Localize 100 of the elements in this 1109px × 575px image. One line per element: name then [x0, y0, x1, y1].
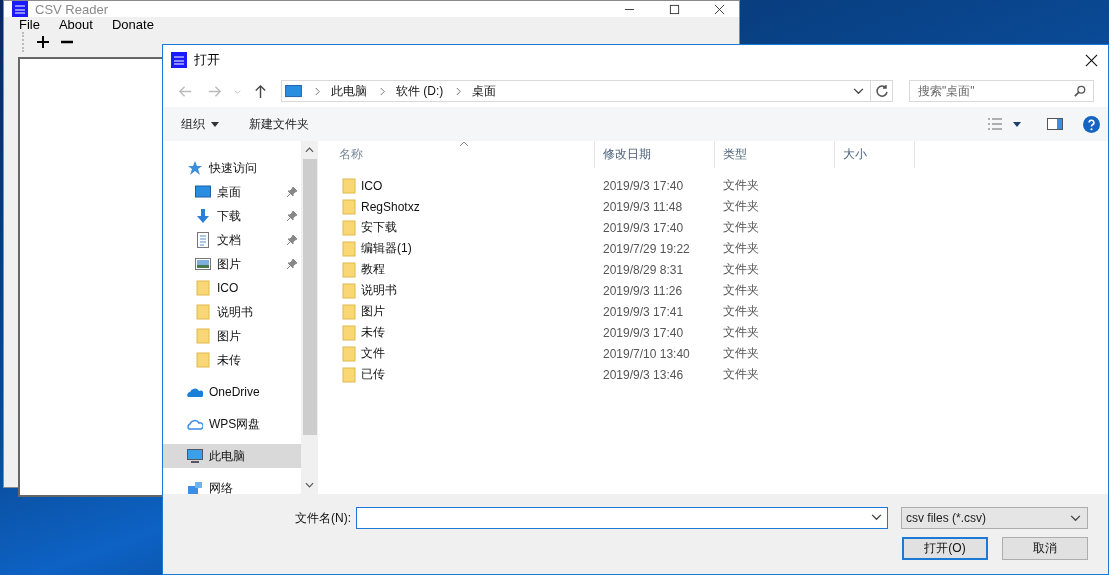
search-field[interactable]: 搜索"桌面": [909, 80, 1094, 102]
folder-icon: [341, 198, 357, 215]
toolbar-button[interactable]: 组织: [171, 111, 229, 137]
nav-item[interactable]: 桌面: [163, 180, 301, 204]
folder-icon: [341, 282, 357, 299]
up-arrow-icon[interactable]: [253, 83, 268, 99]
breadcrumb-item[interactable]: 软件 (D:): [396, 82, 444, 100]
modified-date: 2019/7/10 13:40: [603, 346, 690, 361]
file-type: 文件夹: [723, 241, 759, 255]
file-type: 文件夹: [723, 199, 759, 213]
file-name[interactable]: ICO: [361, 178, 383, 193]
scroll-down-icon[interactable]: [305, 482, 314, 488]
network-icon: [187, 480, 203, 494]
nav-item[interactable]: 此电脑: [163, 444, 301, 468]
modified-date: 2019/9/3 11:48: [603, 199, 683, 214]
close-icon[interactable]: [1085, 53, 1098, 67]
modified-date: 2019/9/3 11:26: [603, 283, 683, 298]
file-name[interactable]: 已传: [361, 366, 385, 383]
window-title: CSV Reader: [35, 1, 108, 17]
file-type-dropdown[interactable]: csv files (*.csv): [901, 507, 1088, 529]
file-type: 文件夹: [723, 346, 759, 360]
nav-item[interactable]: 下载: [163, 204, 301, 228]
folder-icon: [341, 261, 357, 278]
picture-icon: [195, 256, 211, 272]
file-name[interactable]: 图片: [361, 303, 385, 320]
modified-date: 2019/9/3 17:40: [603, 220, 684, 235]
close-icon[interactable]: [714, 3, 725, 15]
modified-date: 2019/9/3 13:46: [603, 367, 684, 382]
document-icon: [195, 232, 211, 248]
file-type: 文件夹: [723, 367, 759, 381]
nav-item[interactable]: 说明书: [163, 300, 301, 324]
modified-date: 2019/9/3 17:40: [603, 178, 684, 193]
file-name[interactable]: 未传: [361, 324, 385, 341]
file-name[interactable]: RegShotxz: [361, 199, 420, 214]
folder-icon: [341, 303, 357, 320]
folder-icon: [195, 328, 211, 344]
scroll-up-icon[interactable]: [305, 147, 314, 153]
refresh-icon: [874, 84, 889, 98]
search-icon: [1074, 85, 1086, 97]
folder-icon: [341, 240, 357, 257]
help-icon[interactable]: [1083, 115, 1100, 133]
menu-item[interactable]: About: [58, 17, 93, 32]
nav-item[interactable]: 网络: [163, 476, 301, 494]
file-name[interactable]: 文件: [361, 345, 385, 362]
column-header[interactable]: 类型: [715, 141, 835, 168]
nav-item[interactable]: ICO: [163, 276, 301, 300]
menu-item[interactable]: Donate: [111, 17, 154, 32]
modified-date: 2019/9/3 17:40: [603, 325, 684, 340]
computer-icon: [187, 448, 203, 464]
dialog-button[interactable]: 打开(O): [902, 537, 988, 560]
folder-icon: [341, 345, 357, 362]
breadcrumb-item[interactable]: 此电脑: [331, 82, 367, 100]
toolbar-button[interactable]: 新建文件夹: [239, 111, 319, 137]
folder-icon: [341, 366, 357, 383]
nav-item[interactable]: WPS网盘: [163, 412, 301, 436]
dialog-title: 打开: [194, 51, 220, 69]
nav-item[interactable]: OneDrive: [163, 380, 301, 404]
folder-icon: [341, 324, 357, 341]
chevron-down-icon[interactable]: [871, 514, 882, 521]
plus-icon[interactable]: [36, 35, 50, 49]
file-name[interactable]: 安下载: [361, 219, 397, 236]
filename-field[interactable]: [356, 507, 888, 529]
file-name[interactable]: 教程: [361, 261, 385, 278]
file-name[interactable]: 说明书: [361, 282, 397, 299]
caret-icon: [211, 121, 219, 127]
modified-date: 2019/7/29 19:22: [603, 241, 690, 256]
file-type: 文件夹: [723, 220, 759, 234]
folder-icon: [195, 352, 211, 368]
chevron-down-icon[interactable]: [853, 87, 864, 95]
file-type: 文件夹: [723, 262, 759, 276]
menu-item[interactable]: File: [19, 17, 40, 32]
file-name[interactable]: 编辑器(1): [361, 240, 412, 257]
nav-item[interactable]: 文档: [163, 228, 301, 252]
chevron-icon: [314, 86, 321, 96]
column-header[interactable]: 名称: [331, 141, 595, 168]
address-bar[interactable]: 此电脑 软件 (D:) 桌面: [281, 80, 893, 102]
maximize-icon[interactable]: [669, 3, 680, 15]
file-type: 文件夹: [723, 325, 759, 339]
nav-item[interactable]: 图片: [163, 324, 301, 348]
file-type: 文件夹: [723, 178, 759, 192]
scrollbar[interactable]: [301, 141, 318, 494]
monitor-icon: [195, 184, 211, 200]
caret-icon[interactable]: [1013, 121, 1021, 127]
breadcrumb-item[interactable]: 桌面: [472, 82, 497, 100]
file-type: 文件夹: [723, 283, 759, 297]
folder-icon: [341, 177, 357, 194]
chevron-down-icon: [1070, 514, 1081, 522]
chevron-icon: [455, 86, 463, 96]
nav-item[interactable]: 未传: [163, 348, 301, 372]
file-type: 文件夹: [723, 304, 759, 318]
column-header[interactable]: 大小: [835, 141, 915, 168]
field-label: 文件名(N):: [295, 509, 351, 527]
down-arrow-icon: [195, 208, 211, 224]
dialog-button[interactable]: 取消: [1002, 537, 1088, 560]
column-header[interactable]: 修改日期: [595, 141, 715, 168]
nav-item[interactable]: 快速访问: [163, 156, 301, 180]
star-icon: [187, 160, 203, 176]
folder-icon: [195, 280, 211, 296]
preview-pane-icon[interactable]: [1047, 116, 1063, 132]
nav-item[interactable]: 图片: [163, 252, 301, 276]
